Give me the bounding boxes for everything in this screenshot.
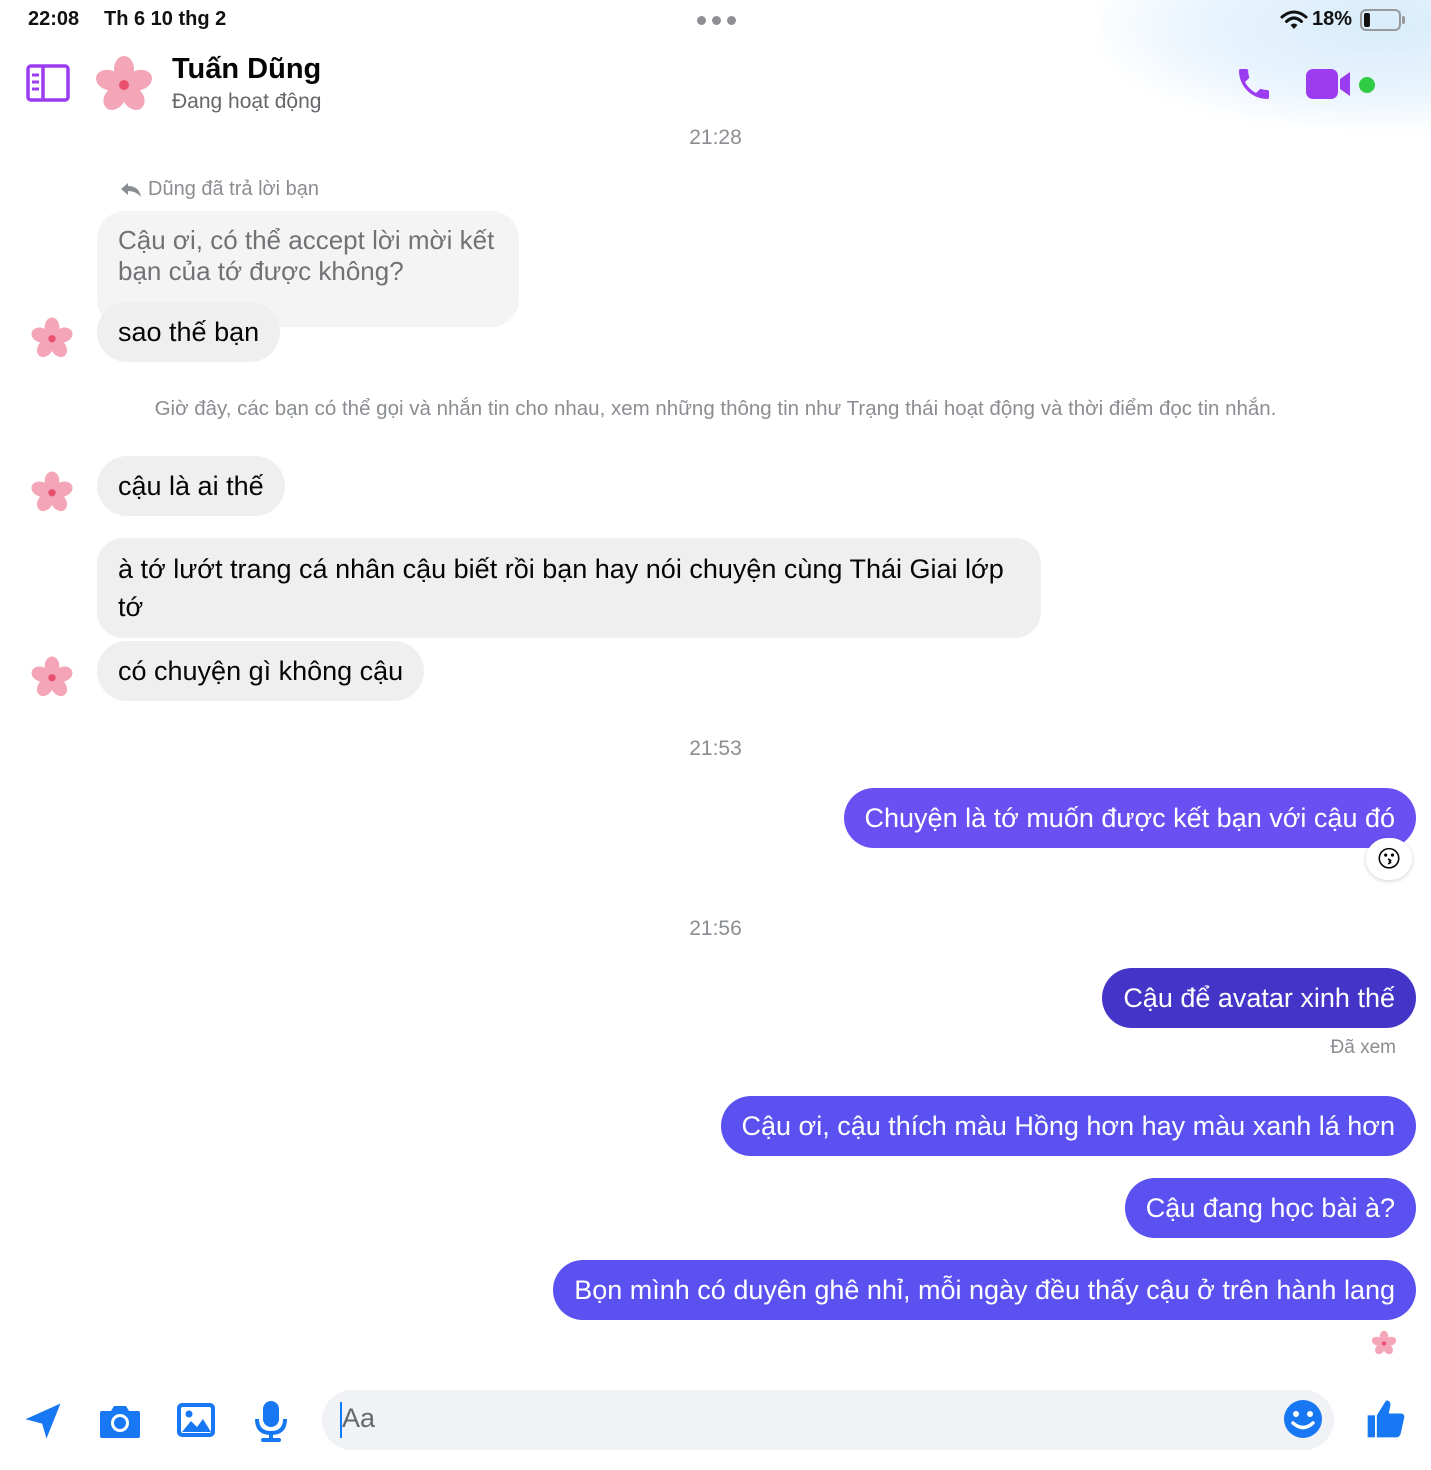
- status-date: Th 6 10 thg 2: [104, 8, 227, 30]
- sidebar-toggle-icon[interactable]: [26, 64, 70, 102]
- timestamp-2153: 21:53: [689, 737, 742, 760]
- battery-percent: 18%: [1312, 8, 1353, 30]
- camera-icon[interactable]: [96, 1398, 144, 1444]
- message-incoming[interactable]: sao thế bạn: [97, 302, 281, 362]
- wifi-icon: [1280, 9, 1308, 31]
- status-time: 22:08: [28, 8, 80, 30]
- emoji-icon[interactable]: [1282, 1398, 1326, 1442]
- microphone-icon[interactable]: [250, 1398, 292, 1444]
- sender-avatar[interactable]: [30, 655, 74, 699]
- message-outgoing[interactable]: Chuyện là tớ muốn được kết bạn với cậu đ…: [843, 788, 1416, 848]
- message-incoming[interactable]: có chuyện gì không cậu: [97, 641, 425, 701]
- timestamp-2128: 21:28: [689, 126, 742, 149]
- contact-avatar[interactable]: [94, 54, 154, 114]
- message-incoming[interactable]: cậu là ai thế: [97, 456, 285, 516]
- kissing-face-emoji: 😗: [1376, 845, 1402, 873]
- battery-icon: [1360, 9, 1406, 31]
- like-icon[interactable]: [1362, 1394, 1410, 1444]
- reply-label-text: Dũng đã trả lời bạn: [148, 178, 319, 200]
- sender-avatar[interactable]: [30, 316, 74, 360]
- read-receipt-avatar: [1371, 1330, 1397, 1356]
- message-input-placeholder: Aa: [342, 1403, 376, 1433]
- multitasking-dots[interactable]: [697, 16, 736, 25]
- sender-avatar[interactable]: [30, 470, 74, 514]
- video-camera-icon[interactable]: [1304, 66, 1354, 102]
- reply-arrow-icon: [121, 182, 141, 197]
- phone-icon[interactable]: [1234, 64, 1274, 104]
- message-reaction[interactable]: 😗: [1366, 838, 1412, 880]
- send-location-icon[interactable]: [20, 1398, 66, 1444]
- seen-status: Đã xem: [1330, 1037, 1396, 1058]
- message-outgoing[interactable]: Cậu ơi, cậu thích màu Hồng hơn hay màu x…: [720, 1096, 1416, 1156]
- gallery-icon[interactable]: [174, 1398, 218, 1442]
- contact-name[interactable]: Tuấn Dũng: [172, 53, 321, 86]
- message-outgoing[interactable]: Cậu để avatar xinh thế: [1102, 968, 1416, 1028]
- online-dot: [1359, 77, 1375, 93]
- message-input[interactable]: Aa: [322, 1390, 1334, 1450]
- connection-notice: Giờ đây, các bạn có thể gọi và nhắn tin …: [154, 397, 1277, 420]
- contact-status: Đang hoạt động: [172, 90, 322, 113]
- timestamp-2156: 21:56: [689, 917, 742, 940]
- reply-indicator: Dũng đã trả lời bạn: [120, 178, 319, 201]
- message-incoming[interactable]: à tớ lướt trang cá nhân cậu biết rồi bạn…: [97, 538, 1041, 638]
- message-outgoing[interactable]: Bọn mình có duyên ghê nhỉ, mỗi ngày đều …: [553, 1260, 1416, 1320]
- message-outgoing[interactable]: Cậu đang học bài à?: [1124, 1178, 1416, 1238]
